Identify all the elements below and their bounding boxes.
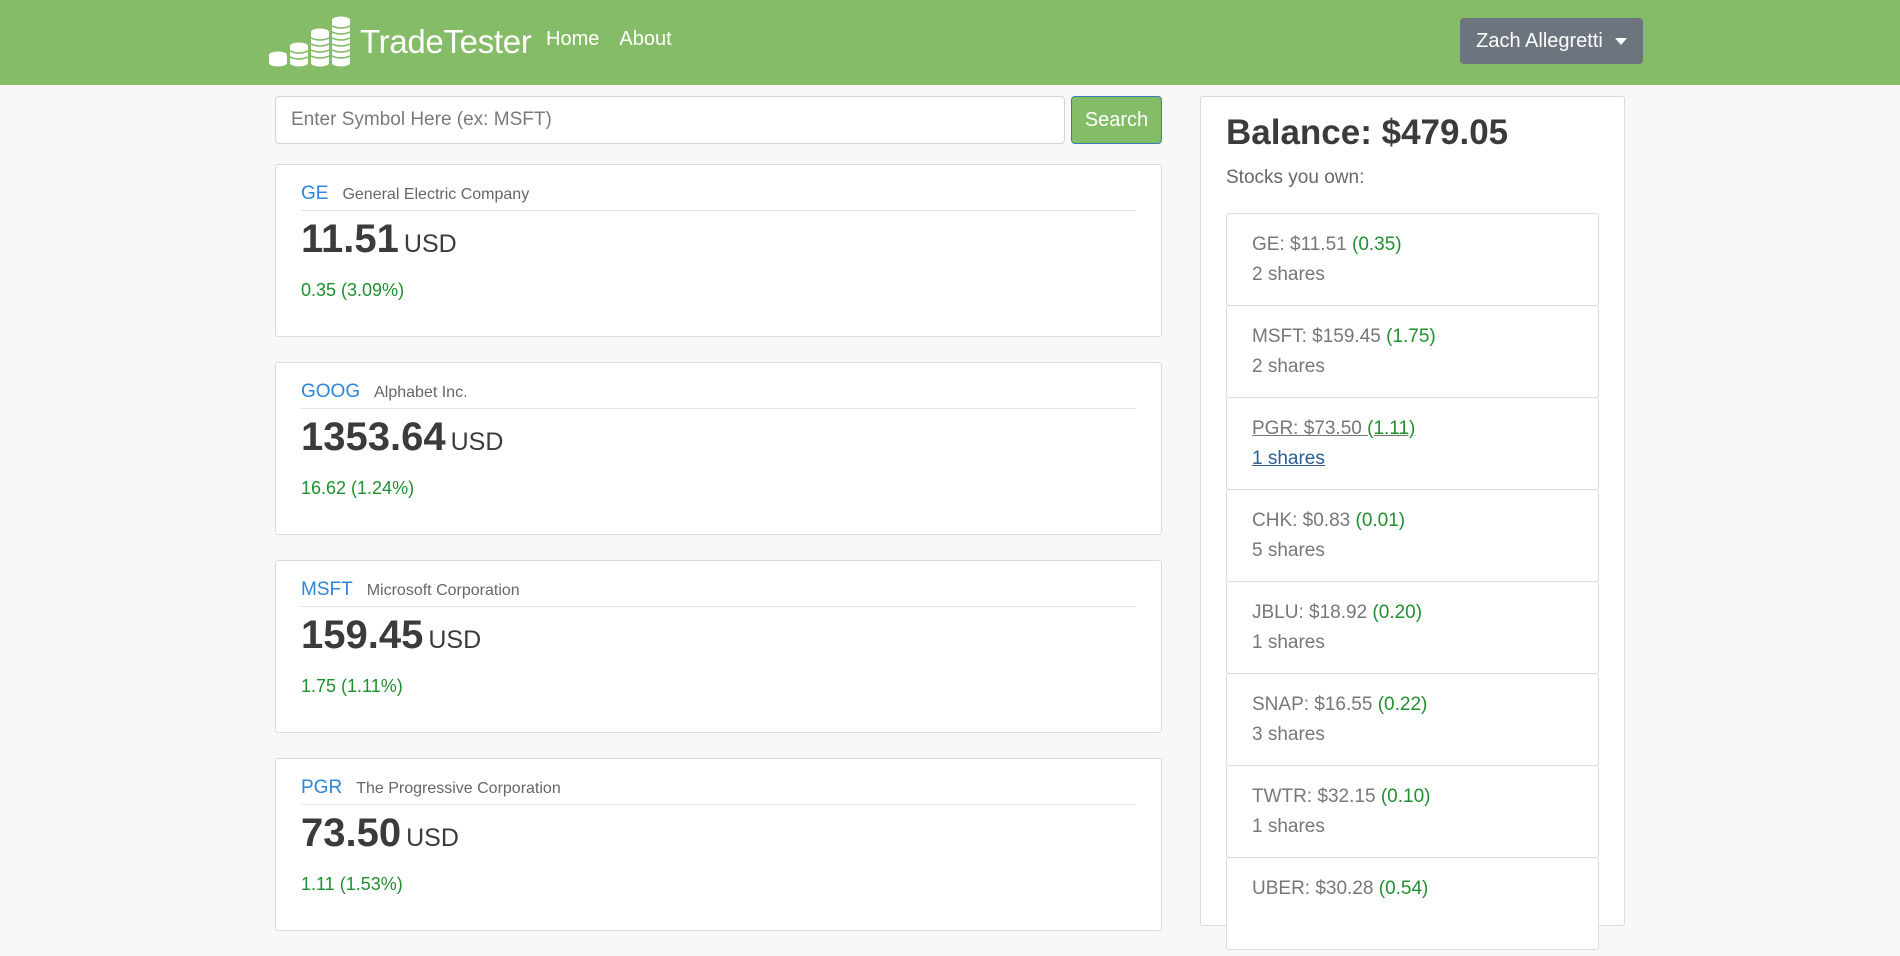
company-name: The Progressive Corporation	[356, 780, 561, 797]
holding-shares: 2 shares	[1252, 264, 1325, 285]
portfolio-panel: Balance: $479.05 Stocks you own: GE: $11…	[1200, 96, 1625, 950]
holding-item-snap[interactable]: SNAP: $16.55 (0.22) 3 shares	[1226, 673, 1599, 766]
holding-change: (0.54)	[1378, 878, 1429, 899]
company-name: General Electric Company	[342, 186, 530, 203]
holding-quote: UBER: $30.28 (0.54)	[1252, 877, 1573, 901]
holding-price: JBLU: $18.92	[1252, 602, 1373, 623]
holding-item-uber[interactable]: UBER: $30.28 (0.54)	[1226, 857, 1599, 950]
stock-card: GE General Electric Company 11.51 USD 0.…	[275, 164, 1162, 337]
holding-shares: 1 shares	[1252, 632, 1325, 653]
user-name: Zach Allegretti	[1476, 29, 1603, 52]
holding-change: (1.11)	[1367, 418, 1416, 439]
holding-change: (0.35)	[1352, 234, 1402, 255]
holding-item-msft[interactable]: MSFT: $159.45 (1.75) 2 shares	[1226, 305, 1599, 398]
company-name: Microsoft Corporation	[366, 582, 520, 599]
holding-quote: TWTR: $32.15 (0.10)	[1252, 785, 1573, 809]
nav-links: Home About	[546, 28, 672, 51]
holding-item-chk[interactable]: CHK: $0.83 (0.01) 5 shares	[1226, 489, 1599, 582]
holding-item-twtr[interactable]: TWTR: $32.15 (0.10) 1 shares	[1226, 765, 1599, 858]
stock-card-header: PGR The Progressive Corporation	[301, 777, 1136, 805]
nav-about-link[interactable]: About	[619, 28, 671, 51]
holding-shares: 3 shares	[1252, 724, 1325, 745]
holding-item-ge[interactable]: GE: $11.51 (0.35) 2 shares	[1226, 213, 1599, 306]
navbar: TradeTester Home About Zach Allegretti	[0, 0, 1900, 85]
holding-shares: 1 shares	[1252, 448, 1325, 469]
holding-shares: 5 shares	[1252, 540, 1325, 561]
price-currency: USD	[406, 824, 459, 852]
price-value: 11.51	[301, 217, 399, 261]
price-change: 0.35 (3.09%)	[301, 280, 405, 300]
stock-price: 73.50 USD	[301, 811, 459, 856]
symbol-search-input[interactable]	[275, 96, 1065, 144]
holding-change: (0.22)	[1377, 694, 1428, 715]
holding-item-pgr[interactable]: PGR: $73.50 (1.11) 1 shares	[1226, 397, 1599, 490]
stock-symbol-link[interactable]: GOOG	[301, 381, 360, 403]
holding-price: UBER: $30.28	[1252, 878, 1379, 899]
holding-item-jblu[interactable]: JBLU: $18.92 (0.20) 1 shares	[1226, 581, 1599, 674]
stock-card: GOOG Alphabet Inc. 1353.64 USD 16.62 (1.…	[275, 362, 1162, 535]
holding-price: PGR: $73.50	[1252, 418, 1368, 439]
holding-quote: SNAP: $16.55 (0.22)	[1252, 693, 1573, 717]
holding-shares: 1 shares	[1252, 816, 1325, 837]
brand-name: TradeTester	[360, 23, 532, 60]
holding-quote: CHK: $0.83 (0.01)	[1252, 509, 1573, 533]
search-button[interactable]: Search	[1071, 96, 1162, 144]
holding-price: GE: $11.51	[1252, 234, 1352, 255]
stock-price: 1353.64 USD	[301, 415, 503, 460]
holding-price: TWTR: $32.15	[1252, 786, 1381, 807]
holding-price: CHK: $0.83	[1252, 510, 1356, 531]
price-value: 159.45	[301, 613, 424, 657]
coin-stacks-icon	[269, 16, 351, 67]
holding-shares: 2 shares	[1252, 356, 1325, 377]
stock-card: PGR The Progressive Corporation 73.50 US…	[275, 758, 1162, 931]
price-currency: USD	[450, 428, 504, 456]
stocks-owned-label: Stocks you own:	[1226, 167, 1365, 188]
holding-change: (0.01)	[1355, 510, 1406, 531]
price-currency: USD	[428, 626, 482, 654]
stock-symbol-link[interactable]: MSFT	[301, 579, 353, 601]
holding-quote: JBLU: $18.92 (0.20)	[1252, 601, 1573, 625]
price-value: 1353.64	[301, 415, 446, 459]
company-name: Alphabet Inc.	[374, 384, 468, 401]
holding-quote: PGR: $73.50 (1.11)	[1252, 417, 1573, 441]
caret-down-icon	[1614, 37, 1627, 45]
user-menu-button[interactable]: Zach Allegretti	[1460, 18, 1643, 64]
holding-change: (0.10)	[1380, 786, 1431, 807]
price-change: 16.62 (1.24%)	[301, 478, 415, 498]
holding-change: (1.75)	[1386, 326, 1436, 347]
holdings-list: GE: $11.51 (0.35) 2 shares MSFT: $159.45…	[1226, 213, 1599, 950]
stock-symbol-link[interactable]: PGR	[301, 777, 342, 799]
nav-home-link[interactable]: Home	[546, 28, 599, 51]
price-currency: USD	[403, 230, 457, 258]
account-balance: Balance: $479.05	[1226, 113, 1509, 152]
holding-price: MSFT: $159.45	[1252, 326, 1387, 347]
brand-home-link[interactable]: TradeTester	[268, 16, 532, 68]
holding-quote: MSFT: $159.45 (1.75)	[1252, 325, 1573, 349]
holding-quote: GE: $11.51 (0.35)	[1252, 233, 1573, 257]
price-change: 1.75 (1.11%)	[301, 676, 403, 696]
stock-price: 11.51 USD	[301, 217, 457, 262]
price-value: 73.50	[301, 811, 402, 855]
stock-price: 159.45 USD	[301, 613, 481, 658]
holding-price: SNAP: $16.55	[1252, 694, 1378, 715]
stock-card-list: GE General Electric Company 11.51 USD 0.…	[275, 164, 1162, 956]
holding-change: (0.20)	[1372, 602, 1423, 623]
stock-card-header: MSFT Microsoft Corporation	[301, 579, 1136, 607]
stock-card-header: GOOG Alphabet Inc.	[301, 381, 1136, 409]
stock-card: MSFT Microsoft Corporation 159.45 USD 1.…	[275, 560, 1162, 733]
stock-symbol-link[interactable]: GE	[301, 183, 328, 205]
stock-card-header: GE General Electric Company	[301, 183, 1136, 211]
price-change: 1.11 (1.53%)	[301, 874, 403, 894]
